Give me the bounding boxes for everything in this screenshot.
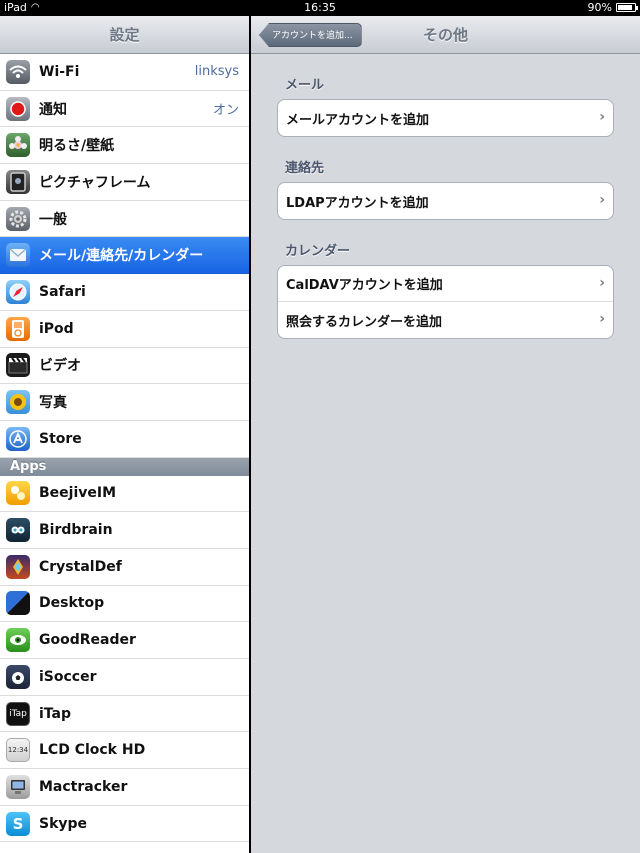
sidebar-item-safari[interactable]: Safari: [0, 274, 249, 311]
cell-label: メールアカウントを追加: [286, 112, 430, 128]
group-calendar: CalDAVアカウントを追加 › 照会するカレンダーを追加 ›: [277, 265, 614, 339]
cell-label: CalDAVアカウントを追加: [286, 278, 443, 293]
mac-icon: [6, 774, 30, 799]
clock-icon: 12:34: [6, 738, 30, 763]
add-mail-account-cell[interactable]: メールアカウントを追加 ›: [278, 100, 613, 136]
sidebar-item-label: iTap: [39, 705, 72, 722]
group-label-contacts: 連絡先: [285, 161, 325, 176]
sidebar-item-label: iPod: [39, 320, 74, 337]
sidebar-item-label: iSoccer: [39, 668, 97, 685]
add-subscribed-calendar-cell[interactable]: 照会するカレンダーを追加 ›: [278, 302, 613, 338]
crystal-icon: [6, 554, 30, 579]
group-label-calendar: カレンダー: [285, 244, 351, 259]
envelope-icon: [6, 243, 30, 268]
cell-label: LDAPアカウントを追加: [286, 195, 429, 211]
group-label-mail: メール: [285, 78, 325, 93]
detail-pane: その他 アカウントを追加... メール メールアカウントを追加 › 連絡先 LD…: [251, 16, 640, 853]
beejive-icon: [6, 481, 30, 506]
sidebar-item-label: 写真: [39, 395, 67, 412]
battery-percent: 90%: [587, 1, 612, 14]
sidebar-item-ipod[interactable]: iPod: [0, 310, 249, 348]
chevron-right-icon: ›: [599, 311, 605, 327]
itap-icon: iTap: [6, 701, 30, 726]
sidebar-item-label: BeejiveIM: [39, 485, 117, 502]
sidebar-item-label: LCD Clock HD: [39, 742, 146, 759]
sidebar-item-label: Safari: [39, 283, 86, 300]
status-time: 16:35: [304, 1, 336, 14]
sidebar-item-label: 通知: [39, 101, 67, 118]
back-button[interactable]: アカウントを追加...: [259, 23, 362, 47]
cell-label: 照会するカレンダーを追加: [286, 314, 443, 330]
sidebar-app-beejiveim[interactable]: BeejiveIM: [0, 475, 249, 513]
battery-fill: [618, 5, 633, 10]
sidebar-item-value: オン: [212, 103, 239, 119]
sidebar-item-label: ピクチャフレーム: [39, 174, 151, 191]
settings-sidebar: 設定 Wi-Fi linksys 通知 オン 明るさ/壁紙 ピクチャフレーム 一…: [0, 16, 250, 853]
eye-icon: [6, 628, 30, 653]
sidebar-item-store[interactable]: Store: [0, 420, 249, 458]
sidebar-item-label: Birdbrain: [39, 522, 113, 539]
sidebar-app-desktop[interactable]: Desktop: [0, 585, 249, 623]
battery-icon: [616, 3, 638, 12]
sidebar-item-general[interactable]: 一般: [0, 200, 249, 238]
wifi-icon: [6, 59, 30, 84]
sidebar-app-birdbrain[interactable]: Birdbrain: [0, 512, 249, 549]
sidebar-item-label: Store: [39, 430, 82, 447]
sidebar-item-label: 明るさ/壁紙: [39, 138, 115, 155]
skype-icon: S: [6, 811, 30, 836]
sidebar-navbar: 設定: [0, 16, 249, 54]
clapper-icon: [6, 353, 30, 378]
sidebar-item-label: CrystalDef: [39, 558, 122, 575]
sidebar-item-photos[interactable]: 写真: [0, 384, 249, 421]
sidebar-app-skype[interactable]: S Skype: [0, 805, 249, 843]
sidebar-item-label: ビデオ: [39, 358, 81, 375]
apps-section-header: Apps: [0, 457, 249, 476]
gear-icon: [6, 206, 30, 231]
status-bar: iPad ◠ 16:35 90%: [0, 0, 640, 16]
soccer-icon: [6, 664, 30, 689]
bird-icon: [6, 518, 30, 543]
group-mail: メールアカウントを追加 ›: [277, 99, 614, 137]
picture-frame-icon: [6, 169, 30, 194]
sidebar-item-label: GoodReader: [39, 632, 136, 649]
sidebar-item-label: 一般: [39, 211, 67, 228]
desktop-icon: [6, 591, 30, 616]
flower-icon: [6, 133, 30, 158]
add-caldav-account-cell[interactable]: CalDAVアカウントを追加 ›: [278, 266, 613, 302]
sidebar-item-notifications[interactable]: 通知 オン: [0, 90, 249, 128]
sidebar-item-wifi[interactable]: Wi-Fi linksys: [0, 54, 249, 91]
sidebar-item-mail[interactable]: メール/連絡先/カレンダー: [0, 237, 249, 275]
sidebar-item-value: linksys: [194, 64, 239, 80]
sidebar-app-isoccer[interactable]: iSoccer: [0, 659, 249, 696]
sidebar-item-label: Skype: [39, 815, 88, 832]
group-contacts: LDAPアカウントを追加 ›: [277, 182, 614, 220]
add-ldap-account-cell[interactable]: LDAPアカウントを追加 ›: [278, 183, 613, 219]
sunflower-icon: [6, 390, 30, 415]
sidebar-app-crystaldef[interactable]: CrystalDef: [0, 548, 249, 586]
sidebar-item-label: メール/連絡先/カレンダー: [39, 248, 204, 265]
sidebar-app-lcd-clock[interactable]: 12:34 LCD Clock HD: [0, 732, 249, 770]
sidebar-app-itap[interactable]: iTap iTap: [0, 695, 249, 733]
sidebar-app-mactracker[interactable]: Mactracker: [0, 769, 249, 806]
sidebar-item-brightness[interactable]: 明るさ/壁紙: [0, 127, 249, 165]
chevron-right-icon: ›: [599, 275, 605, 291]
sidebar-item-label: Desktop: [39, 595, 105, 612]
sidebar-app-goodreader[interactable]: GoodReader: [0, 622, 249, 659]
detail-navbar: その他 アカウントを追加...: [251, 16, 640, 54]
app-store-icon: [6, 426, 30, 451]
sidebar-item-label: Mactracker: [39, 778, 128, 795]
status-right: 90%: [587, 1, 638, 14]
ipod-icon: [6, 316, 30, 341]
sidebar-title: 設定: [109, 26, 140, 44]
sidebar-item-picture-frame[interactable]: ピクチャフレーム: [0, 164, 249, 201]
chevron-right-icon: ›: [599, 192, 605, 208]
chevron-right-icon: ›: [599, 109, 605, 125]
sidebar-item-video[interactable]: ビデオ: [0, 347, 249, 385]
notifications-icon: [6, 96, 30, 121]
compass-icon: [6, 279, 30, 304]
sidebar-item-label: Wi-Fi: [39, 63, 80, 80]
